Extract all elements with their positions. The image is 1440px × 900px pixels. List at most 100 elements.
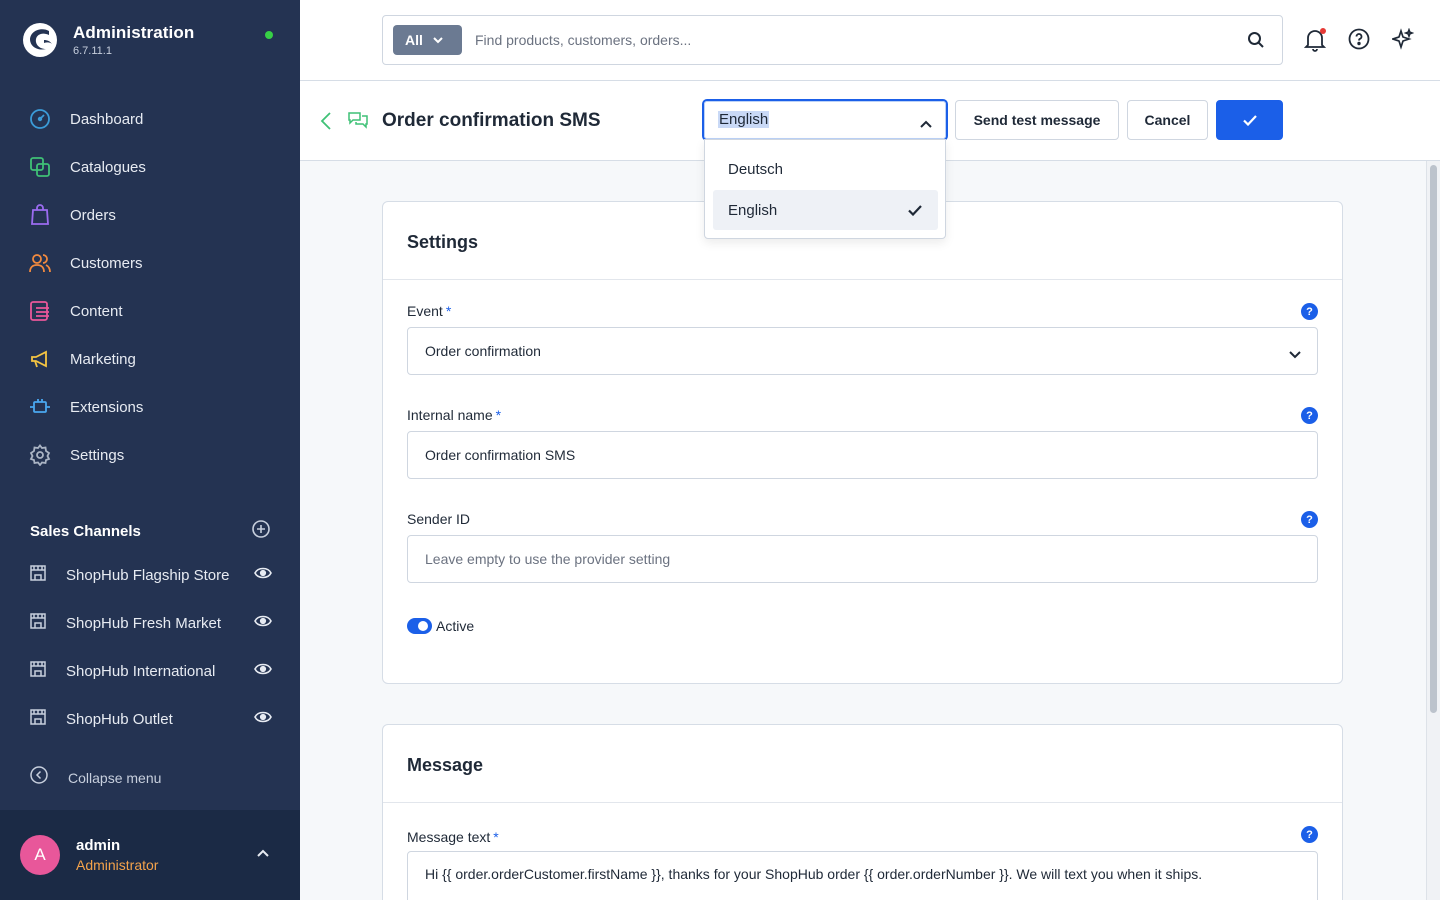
shopware-logo-icon: [23, 23, 57, 57]
app-version: 6.7.11.1: [73, 45, 112, 57]
eye-icon[interactable]: [254, 614, 272, 633]
nav-item-extensions[interactable]: Extensions: [0, 383, 300, 431]
ai-sparkle-icon[interactable]: [1390, 27, 1415, 55]
nav-item-content[interactable]: Content: [0, 287, 300, 335]
nav-item-settings[interactable]: Settings: [0, 431, 300, 479]
language-option-label: Deutsch: [728, 160, 784, 178]
settings-icon: [29, 444, 51, 466]
nav-item-marketing[interactable]: Marketing: [0, 335, 300, 383]
sender-id-field[interactable]: Leave empty to use the provider setting: [407, 535, 1318, 583]
nav-label: Marketing: [70, 350, 136, 368]
nav-label: Orders: [70, 206, 116, 224]
main-nav: Dashboard Catalogues Orders Customers Co…: [0, 95, 300, 479]
chevron-left-icon[interactable]: [320, 112, 332, 135]
help-icon[interactable]: ?: [1301, 511, 1318, 528]
dashboard-icon: [29, 108, 51, 130]
sales-channel-item[interactable]: ShopHub Fresh Market: [0, 599, 300, 647]
language-select[interactable]: English: [702, 99, 948, 141]
global-search: All: [382, 15, 1283, 65]
event-label: Event *: [407, 303, 452, 319]
sales-channel-label: ShopHub Outlet: [66, 710, 173, 728]
sales-channel-item[interactable]: ShopHub Flagship Store: [0, 551, 300, 599]
divider: [383, 279, 1342, 280]
storefront-icon: [29, 660, 47, 683]
message-text-area[interactable]: Hi {{ order.orderCustomer.firstName }}, …: [407, 851, 1318, 900]
sales-channel-label: ShopHub Flagship Store: [66, 566, 230, 584]
settings-card-title: Settings: [407, 232, 479, 252]
sales-channels-header: Sales Channels: [30, 520, 270, 543]
chevron-down-icon: [1289, 346, 1301, 362]
sales-channels-title: Sales Channels: [30, 523, 141, 540]
storefront-icon: [29, 564, 47, 587]
chat-bubbles-icon: [348, 111, 368, 134]
sales-channel-item[interactable]: ShopHub International: [0, 647, 300, 695]
language-option-label: English: [728, 201, 778, 219]
collapse-label: Collapse menu: [68, 769, 162, 786]
sales-channel-item[interactable]: ShopHub Outlet: [0, 695, 300, 743]
brand: Administration 6.7.11.1: [22, 22, 194, 58]
nav-item-orders[interactable]: Orders: [0, 191, 300, 239]
app-title: Administration: [73, 23, 195, 42]
user-menu[interactable]: A admin Administrator: [0, 810, 300, 900]
search-scope-select[interactable]: All: [393, 25, 462, 55]
eye-icon[interactable]: [254, 662, 272, 681]
search-input[interactable]: [475, 28, 1235, 52]
cancel-button[interactable]: Cancel: [1127, 100, 1208, 140]
extensions-icon: [29, 396, 51, 418]
content-icon: [29, 300, 51, 322]
language-option-selected[interactable]: English: [713, 190, 938, 230]
add-sales-channel-icon[interactable]: [252, 520, 270, 543]
divider: [383, 802, 1342, 803]
storefront-icon: [29, 708, 47, 731]
eye-icon[interactable]: [254, 710, 272, 729]
nav-label: Dashboard: [70, 110, 144, 128]
chevron-up-icon: [920, 115, 932, 133]
page-title: Order confirmation SMS: [382, 110, 601, 131]
event-select[interactable]: Order confirmation: [407, 327, 1318, 375]
chevron-down-icon: [433, 36, 443, 43]
message-text-label: Message text *: [407, 829, 499, 845]
language-select-value: English: [718, 111, 770, 128]
active-label: Active: [436, 618, 475, 634]
sales-channel-label: ShopHub International: [66, 662, 216, 680]
checkmark-icon: [1242, 114, 1257, 126]
nav-item-catalogues[interactable]: Catalogues: [0, 143, 300, 191]
collapse-menu-button[interactable]: Collapse menu: [30, 766, 161, 789]
checkmark-icon: [908, 203, 922, 220]
nav-label: Settings: [70, 446, 125, 464]
catalogues-icon: [29, 156, 51, 178]
language-option[interactable]: Deutsch: [713, 149, 938, 189]
sender-id-label: Sender ID: [407, 511, 471, 527]
customers-icon: [29, 252, 51, 274]
internal-name-field[interactable]: Order confirmation SMS: [407, 431, 1318, 479]
save-button[interactable]: [1216, 100, 1283, 140]
help-icon[interactable]: [1348, 28, 1370, 55]
nav-label: Catalogues: [70, 158, 146, 176]
scrollbar[interactable]: [1426, 161, 1440, 900]
event-select-value: Order confirmation: [425, 343, 541, 359]
search-icon[interactable]: [1247, 31, 1265, 54]
message-card-title: Message: [407, 755, 484, 775]
marketing-icon: [29, 348, 51, 370]
send-test-message-button[interactable]: Send test message: [955, 100, 1119, 140]
nav-item-customers[interactable]: Customers: [0, 239, 300, 287]
chevron-up-icon[interactable]: [256, 846, 270, 864]
nav-item-dashboard[interactable]: Dashboard: [0, 95, 300, 143]
active-toggle[interactable]: [407, 618, 432, 634]
sales-channel-label: ShopHub Fresh Market: [66, 614, 222, 632]
message-card: Message Message text * ? Hi {{ order.orde…: [382, 724, 1343, 900]
avatar: A: [20, 835, 60, 875]
sidebar: Administration 6.7.11.1 Dashboard Catalo…: [0, 0, 300, 900]
help-icon[interactable]: ?: [1301, 826, 1318, 843]
nav-label: Extensions: [70, 398, 144, 416]
sales-channel-list: ShopHub Flagship Store ShopHub Fresh Mar…: [0, 551, 300, 743]
language-dropdown: Deutsch English: [704, 139, 946, 239]
nav-label: Content: [70, 302, 123, 320]
help-icon[interactable]: ?: [1301, 303, 1318, 320]
scroll-thumb[interactable]: [1430, 165, 1437, 713]
storefront-icon: [29, 612, 47, 635]
help-icon[interactable]: ?: [1301, 407, 1318, 424]
eye-icon[interactable]: [254, 566, 272, 585]
topbar: All: [300, 0, 1440, 81]
nav-label: Customers: [70, 254, 143, 272]
